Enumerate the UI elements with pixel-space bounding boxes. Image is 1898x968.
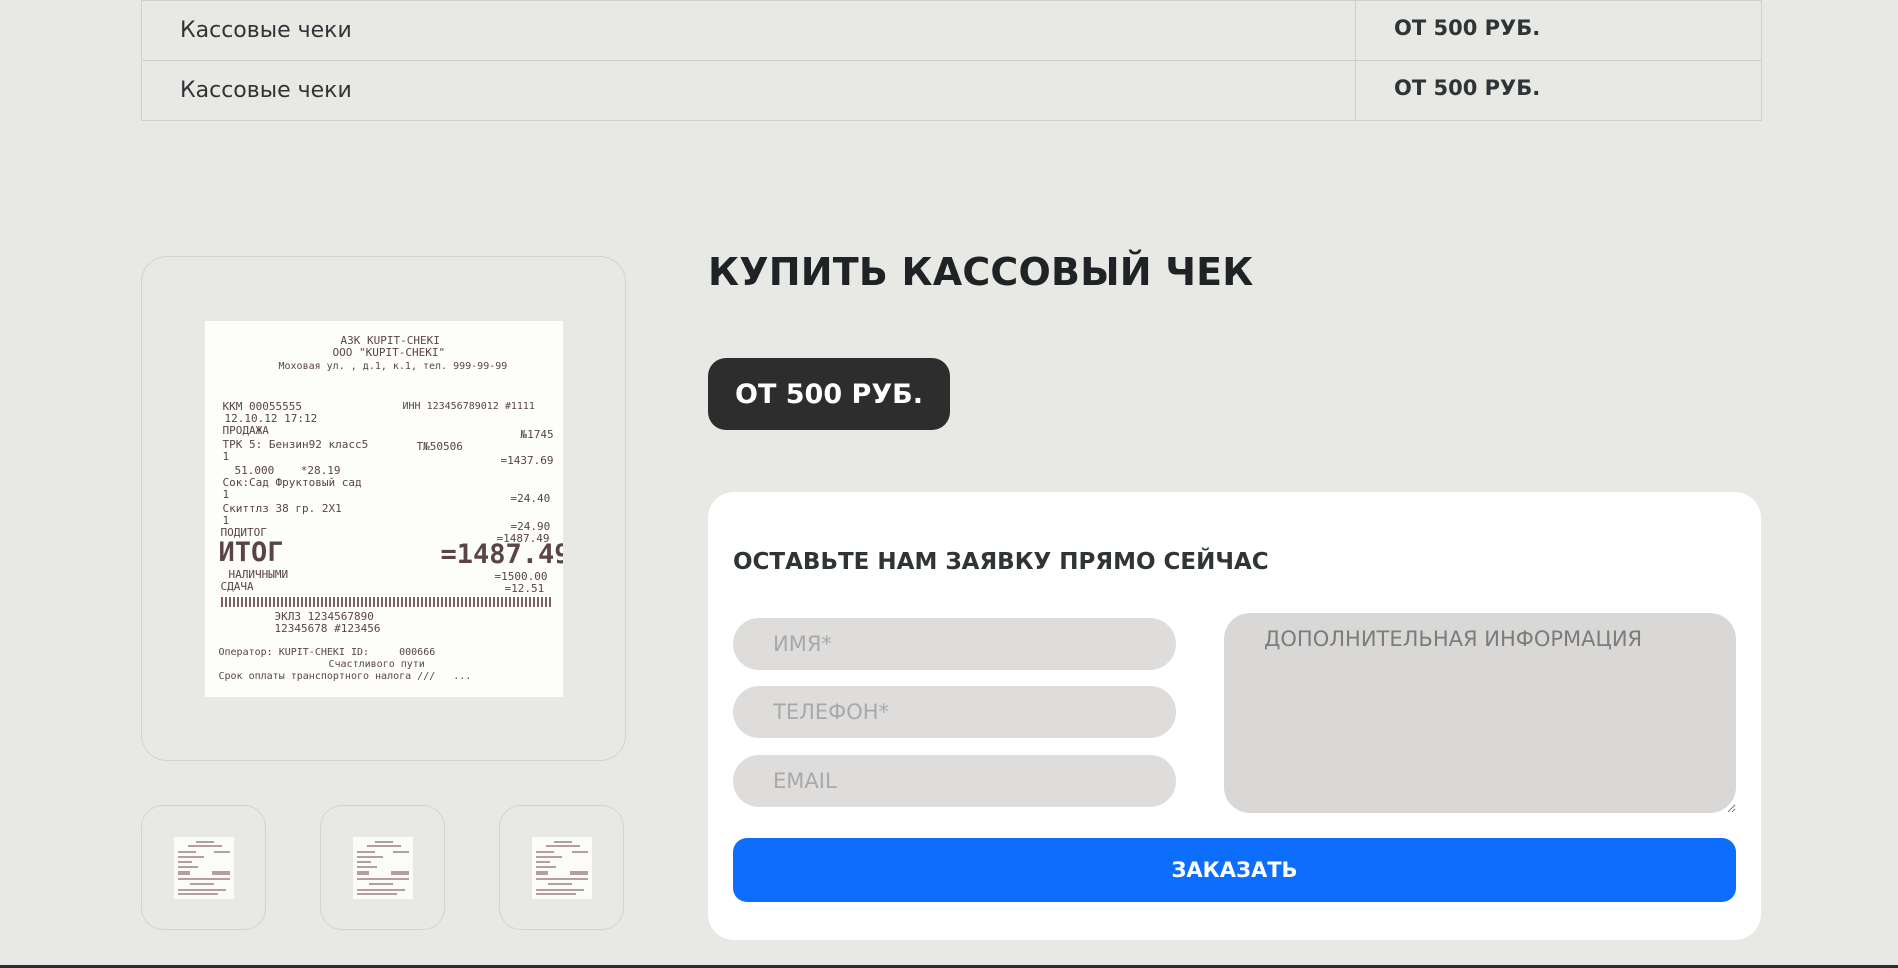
receipt-line: 1 xyxy=(222,449,230,463)
receipt-line: Счастливого пути xyxy=(328,658,425,670)
service-name: Кассовые чеки xyxy=(142,61,1356,120)
receipt-line: Срок оплаты транспортного налога /// ... xyxy=(218,670,472,682)
service-price: ОТ 500 РУБ. xyxy=(1394,15,1541,40)
receipt-image: АЗК KUPIT-CHEKI ООО "KUPIT-CHEKI" Мохова… xyxy=(204,320,563,697)
receipt-line: 1 xyxy=(222,487,230,501)
phone-field[interactable] xyxy=(733,686,1176,738)
receipt-line: ТРК 5: Бензин92 класс5 xyxy=(222,437,369,451)
receipt-thumbnail xyxy=(173,836,234,899)
receipt-line: Т№50506 xyxy=(416,439,463,453)
receipt-thumbnail xyxy=(531,836,592,899)
table-row: Кассовые чеки ОТ 500 РУБ. xyxy=(142,60,1761,121)
receipt-line: ККМ 00055555 xyxy=(222,399,302,413)
order-button[interactable]: ЗАКАЗАТЬ xyxy=(733,838,1736,902)
receipt-line: ПРОДАЖА xyxy=(222,423,269,437)
price-badge: ОТ 500 РУБ. xyxy=(708,358,950,430)
receipt-line: Скиттлз 38 гр. 2X1 xyxy=(222,501,342,515)
receipt-line: НАЛИЧНЫМИ xyxy=(228,567,289,581)
receipt-line: =1437.69 xyxy=(500,453,554,467)
receipt-line: =1500.00 xyxy=(494,569,548,583)
receipt-barcode-strip xyxy=(220,596,553,607)
receipt-line: 1 xyxy=(222,513,230,527)
receipt-line: Оператор: KUPIT-CHEKI ID: 000666 xyxy=(218,646,436,658)
product-image-frame[interactable]: АЗК KUPIT-CHEKI ООО "KUPIT-CHEKI" Мохова… xyxy=(141,256,626,761)
price-table: Кассовые чеки ОТ 500 РУБ. Кассовые чеки … xyxy=(141,0,1762,121)
email-field[interactable] xyxy=(733,755,1176,807)
receipt-header-line: АЗК KUPIT-CHEKI xyxy=(340,333,440,347)
additional-info-field[interactable] xyxy=(1224,613,1736,813)
receipt-line: Сок:Сад Фруктовый сад xyxy=(222,475,362,489)
form-title: ОСТАВЬТЕ НАМ ЗАЯВКУ ПРЯМО СЕЙЧАС xyxy=(733,549,1269,575)
receipt-line: 12345678 #123456 xyxy=(274,621,381,635)
receipt-line: 51.000 *28.19 xyxy=(234,463,341,477)
receipt-total-label: ИТОГ xyxy=(218,536,284,568)
receipt-total: =1487.49 xyxy=(440,538,563,570)
receipt-header-line: ООО "KUPIT-CHEKI" xyxy=(332,345,446,359)
receipt-line: №1745 xyxy=(520,427,554,441)
service-name: Кассовые чеки xyxy=(142,1,1356,60)
receipt-line: СДАЧА xyxy=(220,579,254,593)
receipt-line: =12.51 xyxy=(504,581,545,595)
service-price: ОТ 500 РУБ. xyxy=(1394,75,1541,100)
thumbnail-3[interactable] xyxy=(499,805,624,930)
receipt-line: 12.10.12 17:12 xyxy=(224,411,318,425)
request-form: ОСТАВЬТЕ НАМ ЗАЯВКУ ПРЯМО СЕЙЧАС ЗАКАЗАТ… xyxy=(708,492,1761,940)
receipt-header-line: Моховая ул. , д.1, к.1, тел. 999-99-99 xyxy=(278,360,508,372)
thumbnail-2[interactable] xyxy=(320,805,445,930)
receipt-thumbnail xyxy=(352,836,413,899)
receipt-line: ИНН 123456789012 #1111 xyxy=(402,400,535,412)
thumbnail-1[interactable] xyxy=(141,805,266,930)
page-title: КУПИТЬ КАССОВЫЙ ЧЕК xyxy=(708,250,1254,294)
table-row: Кассовые чеки ОТ 500 РУБ. xyxy=(142,0,1761,60)
receipt-line: =24.90 xyxy=(510,519,551,533)
receipt-line: =24.40 xyxy=(510,491,551,505)
name-field[interactable] xyxy=(733,618,1176,670)
receipt-line: ЭКЛЗ 1234567890 xyxy=(274,609,374,623)
